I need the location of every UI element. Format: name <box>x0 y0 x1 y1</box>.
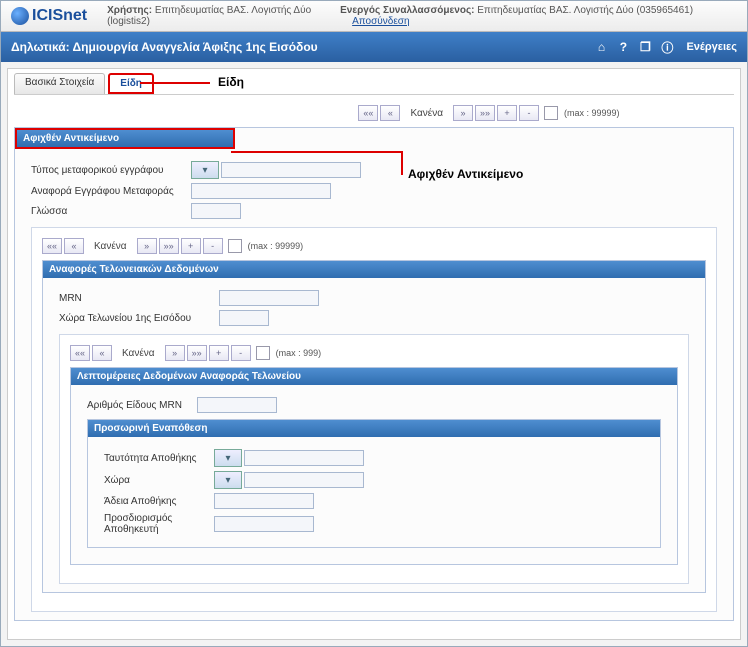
annotation-section-label: Αφιχθέν Αντικείμενο <box>408 167 523 181</box>
pager-2: «« « Κανένα » »» + - (max : 99999) <box>42 238 706 254</box>
input-mrn-item-no[interactable] <box>197 397 277 413</box>
input-warehouse-license[interactable] <box>214 493 314 509</box>
section-temp-storage-header: Προσωρινή Εναπόθεση <box>88 420 660 437</box>
pager2-prev[interactable]: « <box>64 238 84 254</box>
section-customs-refs-header: Αναφορές Τελωνειακών Δεδομένων <box>43 261 705 278</box>
section-temp-storage: Προσωρινή Εναπόθεση Ταυτότητα Αποθήκης ▾ <box>87 419 661 548</box>
globe-icon <box>11 7 29 25</box>
logo: ICISnet <box>11 7 87 25</box>
section-arrived-item-header: Αφιχθέν Αντικείμενο <box>15 128 235 149</box>
label-storer-id: Προσδιορισμός Αποθηκευτή <box>104 513 214 535</box>
select-warehouse-id[interactable]: ▾ <box>214 449 242 467</box>
label-mrn-item-no: Αριθμός Είδους MRN <box>87 400 197 411</box>
user-label: Χρήστης: <box>107 5 152 16</box>
section-customs-refs: Αναφορές Τελωνειακών Δεδομένων MRN Χώρα … <box>42 260 706 593</box>
pager2-add[interactable]: + <box>181 238 201 254</box>
pager3-prev[interactable]: « <box>92 345 112 361</box>
active-value: Επιτηδευματίας ΒΑΣ. Λογιστής Δύο (035965… <box>477 5 693 16</box>
input-mrn[interactable] <box>219 290 319 306</box>
app-window: ICISnet Χρήστης: Επιτηδευματίας ΒΑΣ. Λογ… <box>0 0 748 647</box>
input-doc-ref[interactable] <box>191 183 331 199</box>
user-info: Χρήστης: Επιτηδευματίας ΒΑΣ. Λογιστής Δύ… <box>107 5 737 27</box>
label-mrn: MRN <box>59 293 219 304</box>
subpanel-details: «« « Κανένα » »» + - (max : 999) <box>59 334 689 584</box>
logout-link[interactable]: Αποσύνδεση <box>352 16 409 27</box>
annotation-tab-label: Είδη <box>218 75 244 89</box>
input-storer-id[interactable] <box>214 516 314 532</box>
label-warehouse-id: Ταυτότητα Αποθήκης <box>104 453 214 464</box>
pager2-last[interactable]: »» <box>159 238 179 254</box>
pager-prev[interactable]: « <box>380 105 400 121</box>
pager2-max: (max : 99999) <box>248 241 304 251</box>
pager2-remove[interactable]: - <box>203 238 223 254</box>
pager3-next[interactable]: » <box>165 345 185 361</box>
pager-max: (max : 99999) <box>564 108 620 118</box>
pager-remove[interactable]: - <box>519 105 539 121</box>
input-warehouse-id[interactable] <box>244 450 364 466</box>
pager3-add[interactable]: + <box>209 345 229 361</box>
label-doc-type: Τύπος μεταφορικού εγγράφου <box>31 165 191 176</box>
input-country[interactable] <box>244 472 364 488</box>
annotation-line <box>140 82 210 84</box>
topbar: ICISnet Χρήστης: Επιτηδευματίας ΒΑΣ. Λογ… <box>1 1 747 32</box>
pager-check[interactable] <box>544 106 558 120</box>
copy-icon[interactable]: ❐ <box>636 38 654 56</box>
help-icon[interactable]: ? <box>614 38 632 56</box>
tabs: Βασικά Στοιχεία Είδη <box>14 73 734 95</box>
pager-first[interactable]: «« <box>358 105 378 121</box>
pager3-first[interactable]: «« <box>70 345 90 361</box>
pager3-remove[interactable]: - <box>231 345 251 361</box>
pager3-check[interactable] <box>256 346 270 360</box>
titlebar: Δηλωτικά: Δημιουργία Αναγγελία Άφιξης 1η… <box>1 32 747 62</box>
pager-1: «« « Κανένα » »» + - (max : 99999) <box>244 105 734 121</box>
section-customs-details: Λεπτομέρειες Δεδομένων Αναφοράς Τελωνείο… <box>70 367 678 565</box>
label-warehouse-license: Άδεια Αποθήκης <box>104 496 214 507</box>
input-language[interactable] <box>191 203 241 219</box>
input-doc-type[interactable] <box>221 162 361 178</box>
pager-count: Κανένα <box>402 108 451 119</box>
label-country: Χώρα <box>104 475 214 486</box>
select-country[interactable]: ▾ <box>214 471 242 489</box>
label-doc-ref: Αναφορά Εγγράφου Μεταφοράς <box>31 186 191 197</box>
pager3-max: (max : 999) <box>276 348 322 358</box>
pager-last[interactable]: »» <box>475 105 495 121</box>
info-icon[interactable]: ⓘ <box>658 38 676 56</box>
input-customs-country[interactable] <box>219 310 269 326</box>
annotation-line-2h <box>231 151 401 153</box>
pager2-next[interactable]: » <box>137 238 157 254</box>
home-icon[interactable]: ⌂ <box>592 38 610 56</box>
annotation-line-2v <box>401 151 403 175</box>
subpanel-customs: «« « Κανένα » »» + - (max : 99999) Αναφο… <box>31 227 717 612</box>
content: Βασικά Στοιχεία Είδη Είδη «« « Κανένα » … <box>7 68 741 640</box>
pager2-first[interactable]: «« <box>42 238 62 254</box>
pager3-count: Κανένα <box>114 348 163 359</box>
section-customs-details-header: Λεπτομέρειες Δεδομένων Αναφοράς Τελωνείο… <box>71 368 677 385</box>
pager3-last[interactable]: »» <box>187 345 207 361</box>
pager2-check[interactable] <box>228 239 242 253</box>
page-title: Δηλωτικά: Δημιουργία Αναγγελία Άφιξης 1η… <box>11 40 318 54</box>
pager-add[interactable]: + <box>497 105 517 121</box>
label-customs-country: Χώρα Τελωνείου 1ης Εισόδου <box>59 313 219 324</box>
main-panel: Βασικά Στοιχεία Είδη Είδη «« « Κανένα » … <box>1 62 747 646</box>
tab-basic[interactable]: Βασικά Στοιχεία <box>14 73 105 94</box>
pager-3: «« « Κανένα » »» + - (max : 999) <box>70 345 678 361</box>
select-doc-type[interactable]: ▾ <box>191 161 219 179</box>
section-arrived-item: Αφιχθέν Αντικείμενο Αφιχθέν Αντικείμενο … <box>14 127 734 621</box>
brand-text: ICISnet <box>32 7 87 25</box>
label-language: Γλώσσα <box>31 206 191 217</box>
actions-button[interactable]: Ενέργειες <box>686 41 737 53</box>
pager2-count: Κανένα <box>86 241 135 252</box>
pager-next[interactable]: » <box>453 105 473 121</box>
active-label: Ενεργός Συναλλασσόμενος: <box>340 5 474 16</box>
